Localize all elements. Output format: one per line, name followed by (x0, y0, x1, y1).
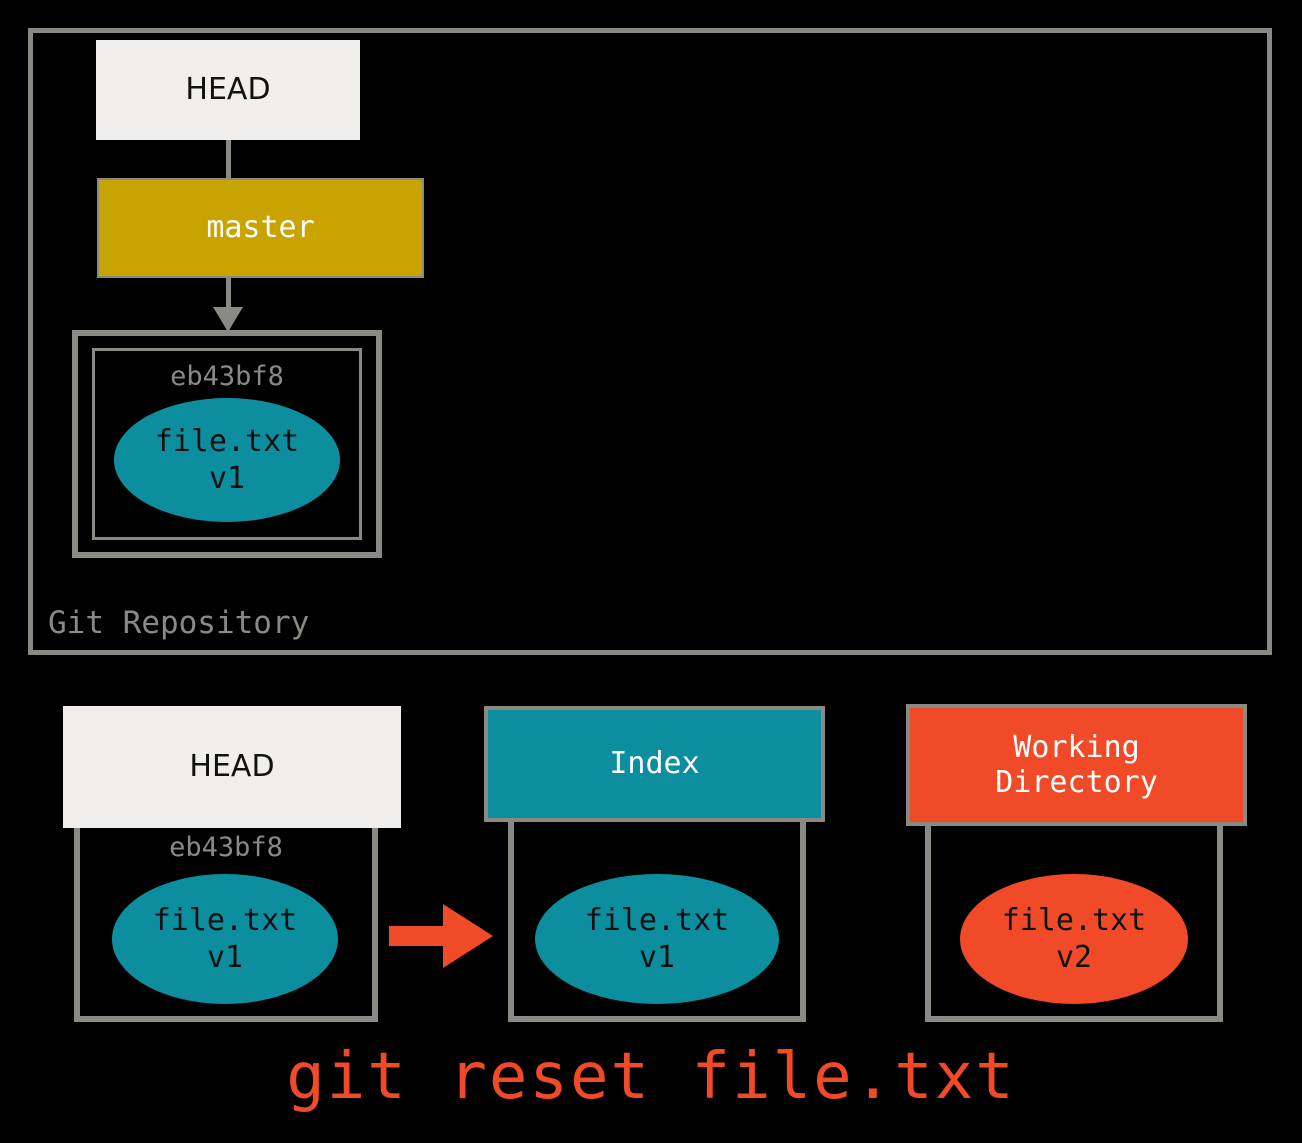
head-area-hash-label: eb43bf8 (169, 832, 283, 863)
head-area-blob: file.txt v1 (112, 874, 338, 1004)
repo-master-branch-box: master (97, 178, 424, 278)
working-directory-area-blob: file.txt v2 (960, 874, 1188, 1004)
connector-master-to-commit (226, 278, 231, 310)
repo-master-label: master (206, 210, 315, 246)
git-repository-label: Git Repository (48, 605, 310, 641)
index-area-blob-version: v1 (638, 940, 676, 975)
working-directory-area-title-box: Working Directory (906, 704, 1247, 826)
repo-head-box: HEAD (96, 40, 360, 140)
connector-head-to-master (226, 140, 231, 179)
index-area-title: Index (609, 746, 700, 782)
head-area-blob-version: v1 (206, 940, 244, 975)
head-area-title: HEAD (189, 749, 275, 785)
head-area-title-box: HEAD (63, 706, 401, 828)
arrow-down-icon (213, 307, 243, 332)
diagram-canvas: HEAD master eb43bf8 file.txt v1 Git Repo… (0, 0, 1302, 1143)
working-directory-title-line2: Directory (995, 765, 1158, 800)
head-to-index-arrow (389, 900, 493, 972)
commit-hash-label: eb43bf8 (170, 361, 284, 392)
index-area-title-box: Index (484, 706, 825, 822)
repo-head-label: HEAD (185, 72, 271, 108)
working-directory-blob-version: v2 (1055, 940, 1093, 975)
working-directory-blob-filename: file.txt (1001, 902, 1147, 938)
index-area-blob-filename: file.txt (584, 902, 730, 938)
index-area-blob: file.txt v1 (535, 874, 779, 1004)
repo-commit-blob-version: v1 (208, 461, 246, 496)
repo-commit-blob: file.txt v1 (114, 398, 340, 522)
repo-commit-blob-filename: file.txt (154, 423, 300, 459)
working-directory-title-line1: Working (1013, 729, 1140, 765)
head-area-blob-filename: file.txt (152, 902, 298, 938)
command-caption: git reset file.txt (286, 1040, 1016, 1114)
